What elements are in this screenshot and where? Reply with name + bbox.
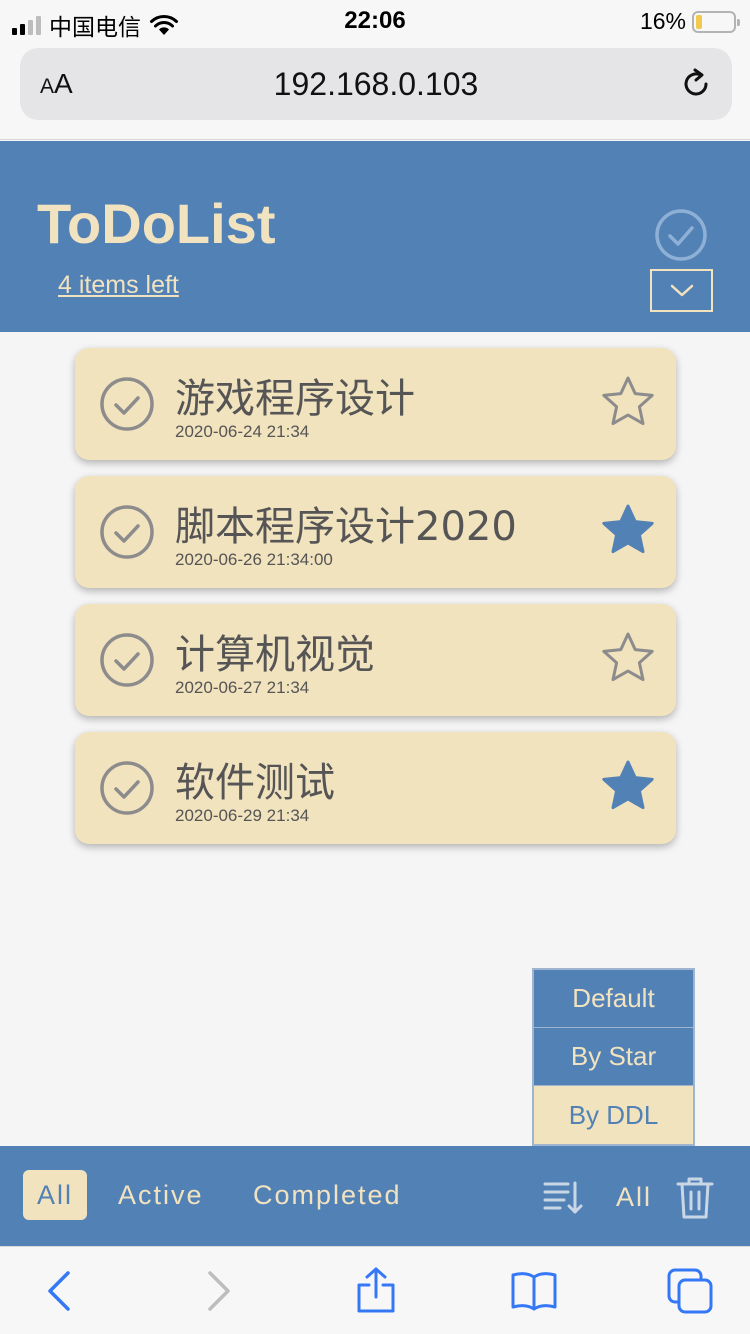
sort-option[interactable]: Default: [534, 970, 693, 1028]
clear-all-label[interactable]: All: [616, 1182, 652, 1213]
battery-percent: 16%: [639, 8, 686, 34]
task-item[interactable]: 脚本程序设计2020 2020-06-26 21:34:00: [75, 476, 676, 588]
task-item[interactable]: 计算机视觉 2020-06-27 21:34: [75, 604, 676, 716]
task-list: 游戏程序设计 2020-06-24 21:34 脚本程序设计2020 2020-…: [75, 348, 676, 860]
task-item[interactable]: 软件测试 2020-06-29 21:34: [75, 732, 676, 844]
task-date: 2020-06-26 21:34:00: [175, 550, 333, 569]
task-date: 2020-06-24 21:34: [175, 422, 310, 441]
task-title: 软件测试: [175, 760, 335, 806]
carrier-name: 中国电信: [49, 15, 141, 41]
star-outline-icon[interactable]: [599, 630, 657, 688]
bookmarks-icon[interactable]: [510, 1267, 558, 1315]
share-icon[interactable]: [352, 1267, 400, 1315]
star-outline-icon[interactable]: [599, 374, 657, 432]
app-footer: All Active Completed All: [0, 1146, 750, 1246]
star-filled-icon[interactable]: [599, 502, 657, 560]
wifi-icon: [150, 14, 178, 35]
battery-fill: [696, 14, 702, 29]
status-right: 16%: [639, 8, 740, 35]
address-bar[interactable]: AA 192.168.0.103: [20, 48, 732, 120]
check-circle-icon[interactable]: [99, 632, 155, 688]
reload-icon[interactable]: [678, 66, 714, 102]
toggle-all-check-icon[interactable]: [653, 207, 709, 263]
sort-option[interactable]: By Star: [534, 1028, 693, 1086]
browser-address-area: AA 192.168.0.103: [0, 40, 750, 140]
app-title: ToDoList: [37, 192, 276, 255]
sort-option[interactable]: By DDL: [534, 1086, 693, 1144]
items-left-count[interactable]: 4 items left: [58, 271, 179, 300]
forward-arrow-icon[interactable]: [194, 1267, 242, 1315]
app-header: ToDoList 4 items left: [0, 141, 750, 332]
battery-icon: [692, 10, 740, 33]
check-circle-icon[interactable]: [99, 760, 155, 816]
sort-dropdown-button[interactable]: [650, 269, 713, 312]
check-circle-icon[interactable]: [99, 504, 155, 560]
sort-menu: Default By Star By DDL: [532, 968, 695, 1146]
status-left: 中国电信: [12, 8, 179, 42]
trash-icon[interactable]: [676, 1176, 714, 1220]
task-date: 2020-06-27 21:34: [175, 678, 310, 697]
task-title: 脚本程序设计2020: [175, 504, 517, 550]
filter-all-button[interactable]: All: [23, 1170, 88, 1220]
sort-icon[interactable]: [542, 1180, 584, 1216]
back-arrow-icon[interactable]: [36, 1267, 84, 1315]
check-circle-icon[interactable]: [99, 376, 155, 432]
task-item[interactable]: 游戏程序设计 2020-06-24 21:34: [75, 348, 676, 460]
status-bar: 中国电信 22:06 16%: [0, 0, 750, 42]
chevron-down-icon: [670, 284, 693, 296]
browser-toolbar: [0, 1246, 750, 1334]
task-title: 计算机视觉: [175, 632, 375, 678]
task-date: 2020-06-29 21:34: [175, 806, 310, 825]
task-title: 游戏程序设计: [175, 376, 415, 422]
filter-active-button[interactable]: Active: [104, 1170, 218, 1220]
filter-completed-button[interactable]: Completed: [239, 1170, 416, 1220]
url-display[interactable]: 192.168.0.103: [20, 66, 732, 103]
star-filled-icon[interactable]: [599, 758, 657, 816]
tabs-icon[interactable]: [666, 1267, 714, 1315]
signal-icon: [12, 15, 41, 35]
